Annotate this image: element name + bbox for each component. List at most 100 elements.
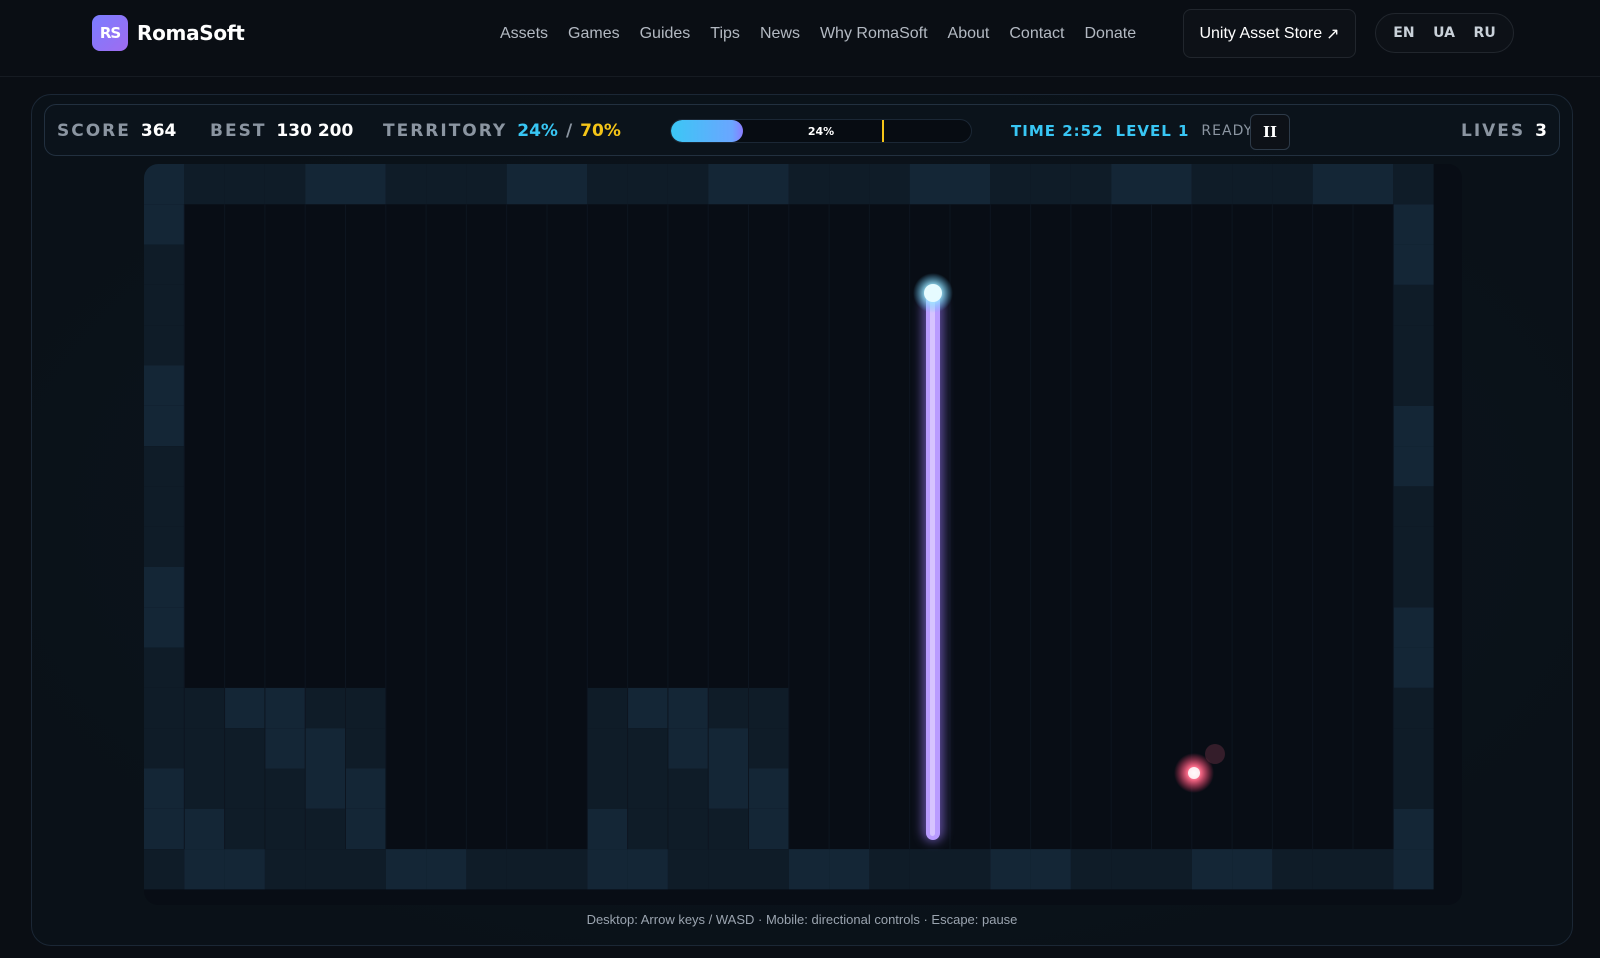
progress-percent: 24% xyxy=(807,124,835,138)
territory-tile xyxy=(184,768,225,809)
territory-tile xyxy=(144,687,185,729)
territory-tile xyxy=(224,768,265,809)
territory-tile xyxy=(506,164,547,205)
territory-tile xyxy=(587,164,628,205)
territory-tile xyxy=(224,849,265,890)
territory-tile xyxy=(184,849,225,890)
territory-tile xyxy=(1070,164,1112,205)
territory-tile xyxy=(1393,849,1434,890)
territory-tile xyxy=(144,728,185,769)
territory-tile xyxy=(1030,849,1071,890)
territory-tile xyxy=(1312,849,1353,890)
territory-tile xyxy=(144,486,185,527)
lives-display: LIVES 3 xyxy=(1461,105,1547,157)
player-cursor xyxy=(913,273,953,313)
territory-tile xyxy=(1312,164,1353,205)
territory-tile xyxy=(627,808,668,850)
territory-tile xyxy=(1111,849,1152,890)
player-dot xyxy=(924,284,942,302)
lang-ru-button[interactable]: RU xyxy=(1468,21,1502,45)
game-status: READY xyxy=(1201,123,1254,139)
territory-tile xyxy=(345,768,386,809)
territory-tile xyxy=(990,164,1031,205)
territory-tile xyxy=(224,728,265,769)
territory-tile xyxy=(184,687,225,729)
territory-tile xyxy=(466,164,507,205)
score-label: SCORE xyxy=(57,121,131,141)
territory-tile xyxy=(990,849,1031,890)
nav-games[interactable]: Games xyxy=(568,25,620,43)
unity-asset-store-button[interactable]: Unity Asset Store ↗ xyxy=(1183,9,1356,58)
main-nav: Assets Games Guides Tips News Why RomaSo… xyxy=(500,22,1156,46)
pause-button[interactable]: II xyxy=(1250,114,1290,150)
territory-tile xyxy=(748,849,789,890)
nav-guides[interactable]: Guides xyxy=(640,25,691,43)
territory-tile xyxy=(1393,284,1434,326)
territory-tile xyxy=(1191,849,1233,890)
territory-tile xyxy=(627,164,668,205)
territory-progress-bar: 24% xyxy=(670,119,972,143)
territory-tile xyxy=(144,446,185,487)
lang-ua-button[interactable]: UA xyxy=(1427,21,1461,45)
nav-why-romasoft[interactable]: Why RomaSoft xyxy=(820,25,928,43)
territory-tile xyxy=(1393,808,1434,850)
trail-core xyxy=(930,296,935,836)
territory-tile xyxy=(426,164,467,205)
territory-tile xyxy=(1030,164,1071,205)
player-trail xyxy=(922,294,944,842)
nav-news[interactable]: News xyxy=(760,25,800,43)
lives-label: LIVES xyxy=(1460,121,1526,141)
territory-tile xyxy=(144,365,185,406)
external-link-icon: ↗ xyxy=(1326,25,1340,43)
territory-tile xyxy=(667,164,709,205)
territory-tile xyxy=(184,728,225,769)
territory-tile xyxy=(587,728,628,769)
game-board[interactable] xyxy=(144,164,1462,905)
territory-tile xyxy=(627,687,668,729)
territory-tile xyxy=(224,164,265,205)
enemy-core xyxy=(1188,767,1200,779)
territory-tile xyxy=(627,768,668,809)
territory-tile xyxy=(1393,607,1434,648)
nav-tips[interactable]: Tips xyxy=(710,25,740,43)
nav-donate[interactable]: Donate xyxy=(1085,25,1137,43)
nav-contact[interactable]: Contact xyxy=(1009,25,1064,43)
territory-tile xyxy=(1272,849,1313,890)
territory-tile xyxy=(1393,164,1434,205)
territory-tile xyxy=(667,768,709,809)
territory-tile xyxy=(305,768,346,809)
nav-assets[interactable]: Assets xyxy=(500,25,548,43)
territory-tile xyxy=(708,687,749,729)
territory-tile xyxy=(708,808,749,850)
lang-en-button[interactable]: EN xyxy=(1387,21,1420,45)
territory-tile xyxy=(1393,405,1434,447)
territory-tile xyxy=(224,687,265,729)
territory-tile xyxy=(144,567,185,608)
territory-tile xyxy=(1393,728,1434,769)
territory-tile xyxy=(708,164,749,205)
territory-tile xyxy=(667,808,709,850)
site-header: RS RomaSoft Assets Games Guides Tips New… xyxy=(0,0,1600,77)
territory-tile xyxy=(1393,768,1434,809)
territory-tile xyxy=(184,164,225,205)
status-group: TIME 2:52 LEVEL 1 READY xyxy=(1011,105,1253,157)
territory-tile xyxy=(788,849,830,890)
brand-name: RomaSoft xyxy=(137,21,245,45)
lives-value: 3 xyxy=(1535,121,1547,141)
territory-tile xyxy=(506,849,547,890)
territory-tile xyxy=(1393,647,1434,688)
territory-tile xyxy=(708,849,749,890)
territory-tile xyxy=(144,405,185,447)
nav-about[interactable]: About xyxy=(948,25,990,43)
territory-tile xyxy=(869,164,910,205)
territory-tile xyxy=(708,768,749,809)
territory-tile xyxy=(305,164,346,205)
game-hud: SCORE 364 BEST 130 200 TERRITORY 24% / 7… xyxy=(44,104,1560,156)
territory-tile xyxy=(144,808,185,850)
logo-link[interactable]: RS RomaSoft xyxy=(92,15,245,51)
territory-tile xyxy=(708,728,749,769)
territory-display: TERRITORY 24% / 70% xyxy=(383,105,621,157)
territory-tile xyxy=(627,849,668,890)
territory-tile xyxy=(667,687,709,729)
territory-tile xyxy=(305,808,346,850)
